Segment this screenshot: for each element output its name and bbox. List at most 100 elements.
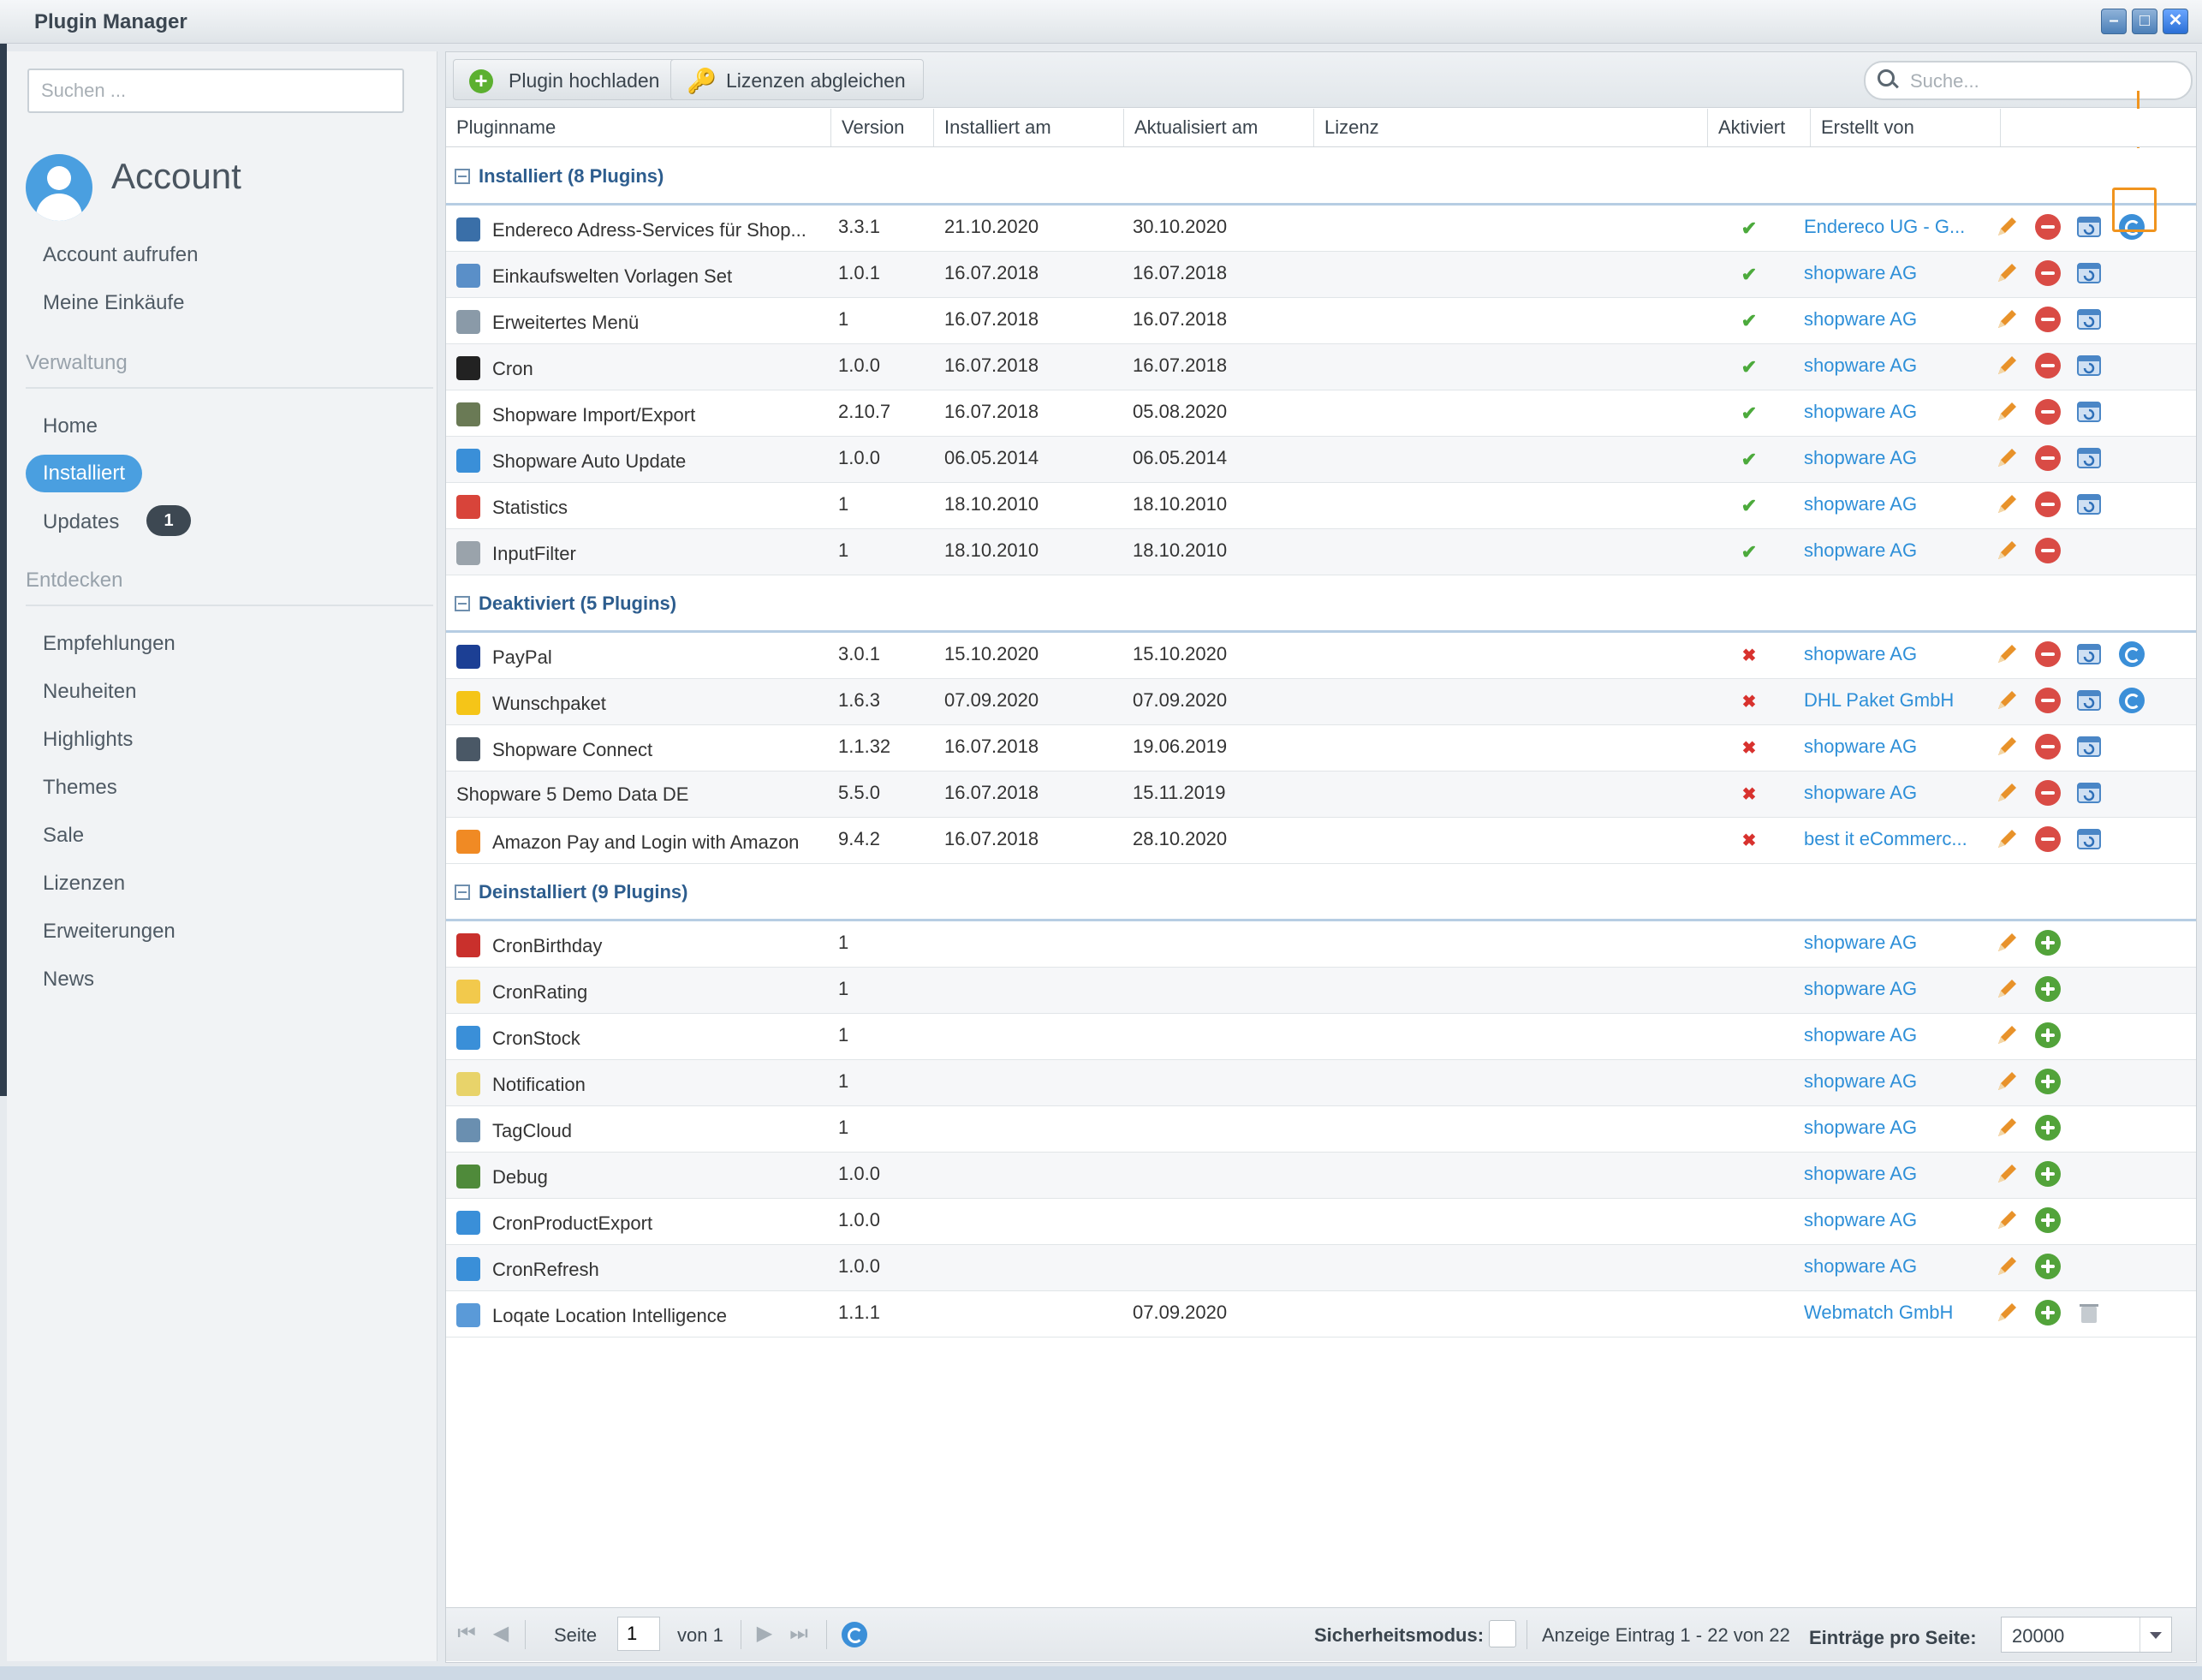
reinstall-icon[interactable] [2076, 399, 2102, 425]
edit-icon[interactable] [1994, 641, 2020, 667]
table-row[interactable]: Loqate Location Intelligence 1.1.1 07.09.2… [446, 1291, 2196, 1337]
install-icon[interactable] [2035, 1254, 2061, 1279]
uninstall-icon[interactable] [2035, 641, 2061, 667]
edit-icon[interactable] [1994, 1254, 2020, 1279]
collapse-icon[interactable] [455, 596, 470, 611]
table-row[interactable]: Shopware 5 Demo Data DE 5.5.0 16.07.2018 15… [446, 771, 2196, 818]
reinstall-icon[interactable] [2076, 353, 2102, 378]
uninstall-icon[interactable] [2035, 734, 2061, 760]
table-row[interactable]: CronRefresh 1.0.0 shopware AG [446, 1245, 2196, 1291]
uninstall-icon[interactable] [2035, 445, 2061, 471]
per-page-select[interactable]: 20000 [2001, 1617, 2172, 1653]
sidebar-search[interactable] [27, 69, 404, 113]
uninstall-icon[interactable] [2035, 214, 2061, 240]
update-icon[interactable] [2119, 641, 2145, 667]
nav-updates[interactable]: Updates [43, 510, 119, 534]
uninstall-icon[interactable] [2035, 538, 2061, 563]
table-row[interactable]: Shopware Connect 1.1.32 16.07.2018 19.06.20… [446, 725, 2196, 771]
last-page-icon[interactable]: ⏭ [787, 1622, 811, 1646]
table-row[interactable]: Statistics 1 18.10.2010 18.10.2010 ✔ shopware… [446, 483, 2196, 529]
table-row[interactable]: Erweitertes Menü 1 16.07.2018 16.07.2018 ✔ sh… [446, 298, 2196, 344]
table-row[interactable]: Shopware Auto Update 1.0.0 06.05.2014 06.05… [446, 437, 2196, 483]
nav-home[interactable]: Home [43, 414, 98, 438]
nav-account-aufrufen[interactable]: Account aufrufen [43, 243, 198, 267]
nav-erweiterungen[interactable]: Erweiterungen [43, 920, 176, 944]
install-icon[interactable] [2035, 1300, 2061, 1326]
update-icon[interactable] [2119, 688, 2145, 713]
edit-icon[interactable] [1994, 491, 2020, 517]
table-row[interactable]: PayPal 3.0.1 15.10.2020 15.10.2020 ✖ shopware… [446, 633, 2196, 679]
col-installiert-am[interactable]: Installiert am [934, 109, 1124, 146]
nav-empfehlungen[interactable]: Empfehlungen [43, 632, 176, 656]
reinstall-icon[interactable] [2076, 445, 2102, 471]
edit-icon[interactable] [1994, 1161, 2020, 1187]
col-version[interactable]: Version [831, 109, 934, 146]
plugin-name-cell[interactable]: Loqate Location Intelligence [456, 1303, 833, 1349]
edit-icon[interactable] [1994, 734, 2020, 760]
uninstall-icon[interactable] [2035, 260, 2061, 286]
uninstall-icon[interactable] [2035, 353, 2061, 378]
close-button[interactable]: ✕ [2163, 9, 2188, 34]
edit-icon[interactable] [1994, 688, 2020, 713]
minimize-button[interactable]: – [2101, 9, 2127, 34]
group-header[interactable]: Deinstalliert (9 Plugins) [446, 864, 2196, 921]
table-row[interactable]: Endereco Adress-Services für Shop... 3.3.… [446, 206, 2196, 252]
table-row[interactable]: Einkaufswelten Vorlagen Set 1.0.1 16.07.20… [446, 252, 2196, 298]
nav-neuheiten[interactable]: Neuheiten [43, 680, 136, 704]
reinstall-icon[interactable] [2076, 260, 2102, 286]
edit-icon[interactable] [1994, 538, 2020, 563]
first-page-icon[interactable]: ⏮ [455, 1622, 479, 1646]
edit-icon[interactable] [1994, 260, 2020, 286]
table-row[interactable]: Amazon Pay and Login with Amazon 9.4.2 16.… [446, 818, 2196, 864]
refresh-icon[interactable] [842, 1622, 867, 1647]
edit-icon[interactable] [1994, 399, 2020, 425]
table-row[interactable]: Notification 1 shopware AG [446, 1060, 2196, 1106]
collapse-icon[interactable] [455, 885, 470, 900]
uninstall-icon[interactable] [2035, 780, 2061, 806]
reinstall-icon[interactable] [2076, 214, 2102, 240]
table-row[interactable]: TagCloud 1 shopware AG [446, 1106, 2196, 1153]
edit-icon[interactable] [1994, 780, 2020, 806]
edit-icon[interactable] [1994, 1207, 2020, 1233]
table-row[interactable]: Cron 1.0.0 16.07.2018 16.07.2018 ✔ shopware A… [446, 344, 2196, 390]
table-row[interactable]: Wunschpaket 1.6.3 07.09.2020 07.09.2020 ✖ DHL… [446, 679, 2196, 725]
uninstall-icon[interactable] [2035, 399, 2061, 425]
prev-page-icon[interactable]: ◀ [489, 1622, 513, 1646]
nav-sale[interactable]: Sale [43, 824, 84, 848]
plugin-search[interactable] [1864, 61, 2193, 100]
table-row[interactable]: Shopware Import/Export 2.10.7 16.07.2018 05… [446, 390, 2196, 437]
col-lizenz[interactable]: Lizenz [1314, 109, 1708, 146]
col-erstellt-von[interactable]: Erstellt von [1811, 109, 2001, 146]
table-row[interactable]: CronBirthday 1 shopware AG [446, 921, 2196, 968]
edit-icon[interactable] [1994, 214, 2020, 240]
edit-icon[interactable] [1994, 1069, 2020, 1094]
edit-icon[interactable] [1994, 445, 2020, 471]
group-header[interactable]: Installiert (8 Plugins) [446, 148, 2196, 206]
group-header[interactable]: Deaktiviert (5 Plugins) [446, 575, 2196, 633]
nav-installiert[interactable]: Installiert [26, 455, 143, 492]
sidebar-search-input[interactable] [29, 70, 402, 111]
uninstall-icon[interactable] [2035, 491, 2061, 517]
reinstall-icon[interactable] [2076, 307, 2102, 332]
edit-icon[interactable] [1994, 1300, 2020, 1326]
install-icon[interactable] [2035, 1207, 2061, 1233]
col-aktualisiert-am[interactable]: Aktualisiert am [1124, 109, 1314, 146]
reinstall-icon[interactable] [2076, 780, 2102, 806]
reinstall-icon[interactable] [2076, 491, 2102, 517]
nav-meine-einkaeufe[interactable]: Meine Einkäufe [43, 291, 184, 315]
collapse-icon[interactable] [455, 169, 470, 184]
page-input[interactable] [617, 1617, 660, 1651]
upload-plugin-button[interactable]: + Plugin hochladen [453, 59, 678, 100]
reinstall-icon[interactable] [2076, 641, 2102, 667]
table-row[interactable]: CronRating 1 shopware AG [446, 968, 2196, 1014]
maximize-button[interactable]: □ [2132, 9, 2157, 34]
uninstall-icon[interactable] [2035, 688, 2061, 713]
install-icon[interactable] [2035, 976, 2061, 1002]
nav-news[interactable]: News [43, 968, 94, 992]
col-pluginname[interactable]: Pluginname [446, 109, 831, 146]
edit-icon[interactable] [1994, 826, 2020, 852]
nav-lizenzen[interactable]: Lizenzen [43, 872, 125, 896]
next-page-icon[interactable]: ▶ [753, 1622, 777, 1646]
chevron-down-icon[interactable] [2140, 1617, 2171, 1652]
sync-licenses-button[interactable]: 🔑 Lizenzen abgleichen [670, 59, 924, 100]
